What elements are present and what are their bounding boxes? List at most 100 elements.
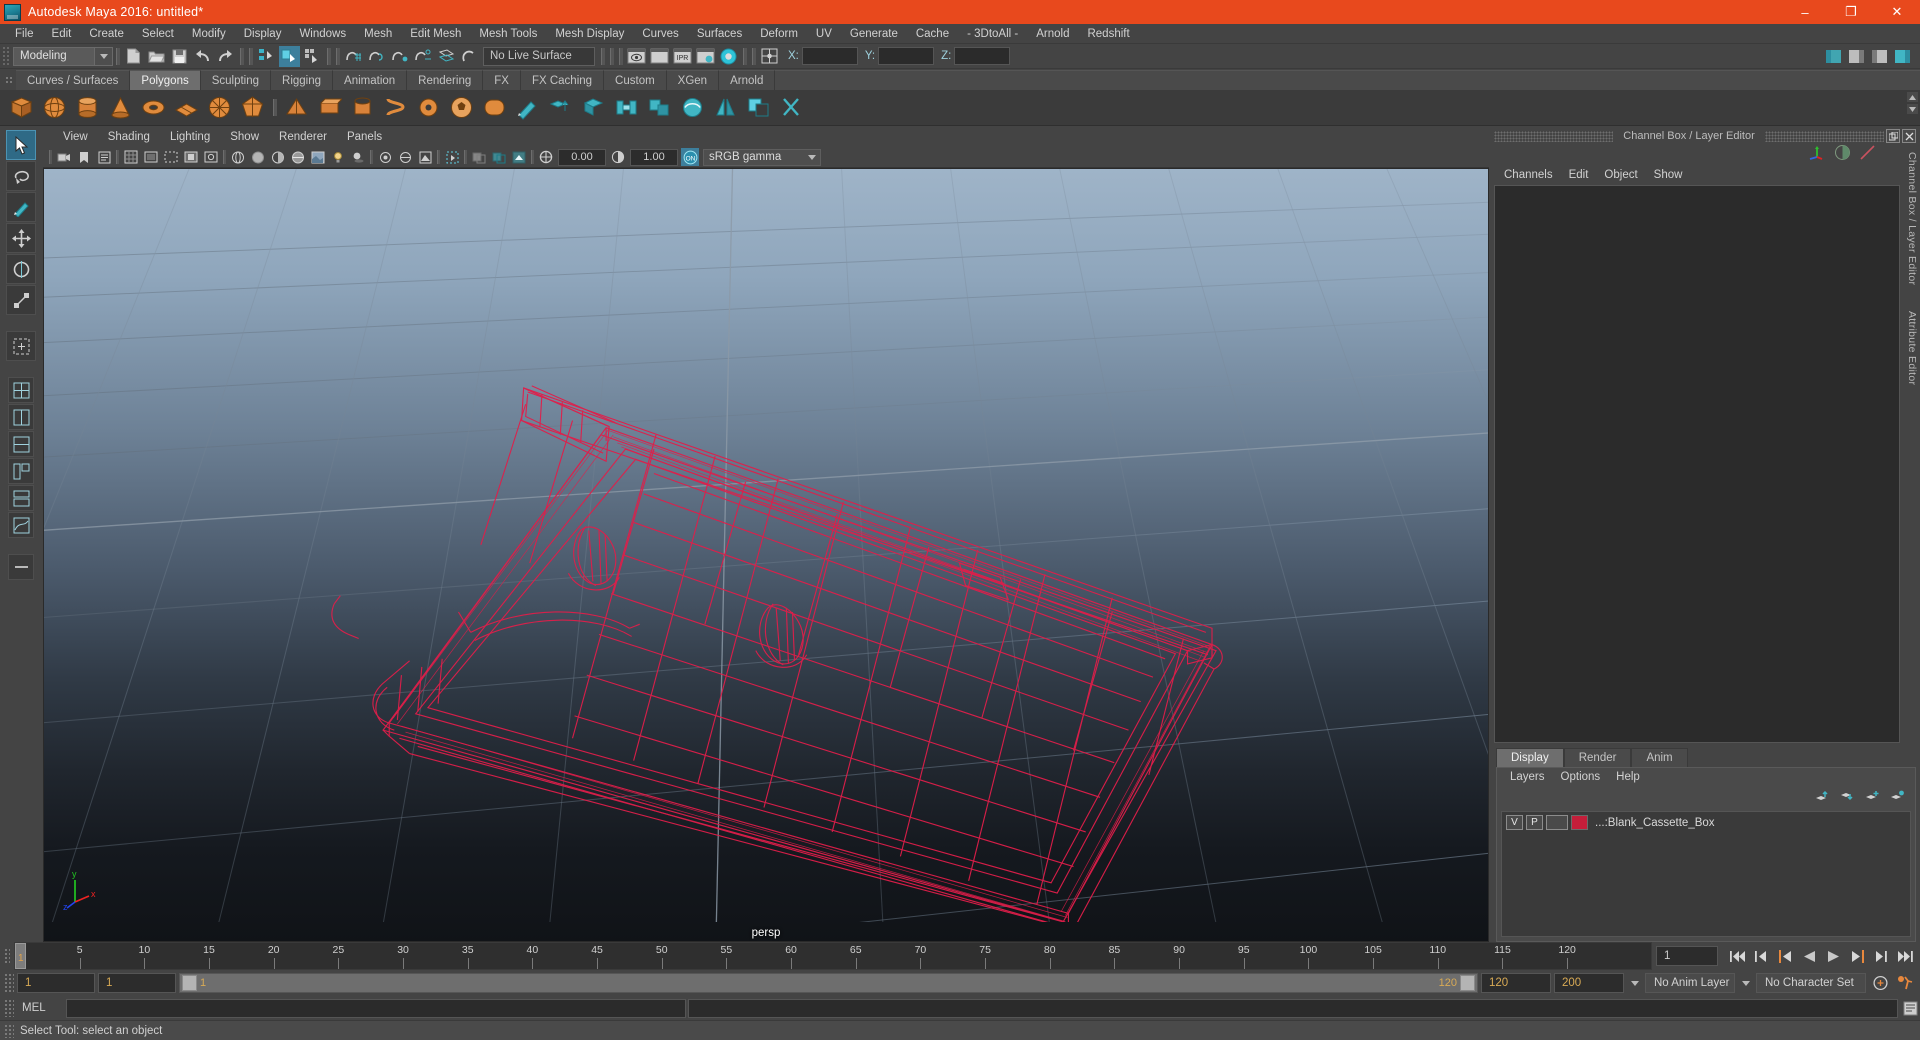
cassette-box-wireframe[interactable] bbox=[43, 168, 1489, 922]
combine-icon[interactable] bbox=[644, 92, 675, 123]
animation-preferences-icon[interactable] bbox=[1894, 973, 1916, 993]
polygon-cone-icon[interactable] bbox=[105, 92, 136, 123]
script-language-label[interactable]: MEL bbox=[16, 1002, 64, 1014]
coord-y-input[interactable] bbox=[878, 47, 935, 65]
polygon-super-ellipse-icon[interactable] bbox=[479, 92, 510, 123]
polygon-plane-icon[interactable] bbox=[171, 92, 202, 123]
menu-item-uv[interactable]: UV bbox=[807, 24, 841, 44]
exposure-icon[interactable] bbox=[537, 148, 555, 166]
redo-previous-render-icon[interactable] bbox=[649, 46, 670, 67]
menu-item-3dtoall[interactable]: - 3DtoAll - bbox=[958, 24, 1027, 44]
command-line-gripper[interactable] bbox=[4, 999, 14, 1017]
menu-item-mesh-tools[interactable]: Mesh Tools bbox=[470, 24, 546, 44]
boolean-difference-icon[interactable] bbox=[743, 92, 774, 123]
go-to-start-icon[interactable] bbox=[1726, 946, 1748, 966]
two-d-pan-zoom-icon[interactable] bbox=[202, 148, 220, 166]
time-slider-gripper[interactable] bbox=[0, 942, 14, 970]
layer-editor-tab-display[interactable]: Display bbox=[1496, 748, 1564, 767]
step-forward-frame-icon[interactable] bbox=[1846, 946, 1868, 966]
polygon-platonic-icon[interactable] bbox=[237, 92, 268, 123]
time-cursor[interactable]: 1 bbox=[15, 943, 26, 969]
gamma-icon[interactable] bbox=[609, 148, 627, 166]
polygon-sphere-icon[interactable] bbox=[39, 92, 70, 123]
lasso-tool-icon[interactable] bbox=[6, 161, 36, 191]
quick-layout-outliner-persp-icon[interactable] bbox=[8, 485, 34, 511]
mirror-geometry-icon[interactable] bbox=[710, 92, 741, 123]
animation-start-time-field[interactable]: 1 bbox=[17, 973, 95, 993]
wireframe-on-shaded-icon[interactable] bbox=[289, 148, 307, 166]
move-layer-down-icon[interactable] bbox=[1840, 789, 1855, 807]
new-layer-icon[interactable] bbox=[1865, 789, 1880, 807]
vertical-tab-channel-box[interactable]: Channel Box / Layer Editor bbox=[1906, 152, 1918, 285]
toggle-ipr-icon[interactable] bbox=[718, 46, 739, 67]
auto-keyframe-toggle-icon[interactable] bbox=[1869, 973, 1891, 993]
viewport-menu-renderer[interactable]: Renderer bbox=[269, 128, 337, 147]
viewport-menu-panels[interactable]: Panels bbox=[337, 128, 392, 147]
color-profile-selector[interactable]: sRGB gamma bbox=[703, 148, 821, 166]
quick-layout-hypergraph-icon[interactable] bbox=[8, 458, 34, 484]
layer-editor-menu-layers[interactable]: Layers bbox=[1502, 768, 1553, 787]
live-surface-field[interactable]: No Live Surface bbox=[483, 46, 595, 66]
go-to-end-icon[interactable] bbox=[1894, 946, 1916, 966]
menu-set-selector[interactable]: Modeling bbox=[13, 46, 113, 66]
channel-box-content[interactable] bbox=[1494, 185, 1900, 743]
show-hide-channel-box-icon[interactable] bbox=[1892, 46, 1913, 67]
range-slider-gripper[interactable] bbox=[4, 973, 14, 993]
color-management-toggle-icon[interactable]: ON bbox=[681, 148, 699, 166]
anim-layer-selector[interactable]: No Anim Layer bbox=[1645, 973, 1735, 993]
range-start-time-field[interactable]: 1 bbox=[98, 973, 176, 993]
play-forwards-icon[interactable] bbox=[1822, 946, 1844, 966]
attribute-editor-icon[interactable] bbox=[95, 148, 113, 166]
shadows-icon[interactable] bbox=[349, 148, 367, 166]
layer-editor-tab-render[interactable]: Render bbox=[1563, 748, 1632, 767]
maximize-button[interactable]: ❐ bbox=[1828, 0, 1874, 24]
show-hide-tool-settings-icon[interactable] bbox=[1869, 46, 1890, 67]
channel-box-menu-edit[interactable]: Edit bbox=[1561, 166, 1597, 185]
smooth-shade-selected-icon[interactable] bbox=[269, 148, 287, 166]
new-scene-icon[interactable] bbox=[123, 46, 144, 67]
menu-item-curves[interactable]: Curves bbox=[633, 24, 687, 44]
xray-joints-icon[interactable] bbox=[490, 148, 508, 166]
sculpt-tool-icon[interactable] bbox=[512, 92, 543, 123]
step-forward-keyframe-icon[interactable] bbox=[1870, 946, 1892, 966]
shelf-tab-custom[interactable]: Custom bbox=[604, 70, 667, 90]
film-gate-icon[interactable] bbox=[142, 148, 160, 166]
shelf-tab-arnold[interactable]: Arnold bbox=[719, 70, 776, 90]
manipulator-axis-icon[interactable] bbox=[1807, 144, 1826, 166]
xray-mode-icon[interactable] bbox=[470, 148, 488, 166]
layer-color-swatch[interactable] bbox=[1571, 815, 1588, 830]
minimize-button[interactable]: – bbox=[1782, 0, 1828, 24]
snap-to-point-icon[interactable] bbox=[389, 46, 410, 67]
menu-item-surfaces[interactable]: Surfaces bbox=[688, 24, 751, 44]
menu-item-select[interactable]: Select bbox=[133, 24, 183, 44]
shading-sphere-icon[interactable] bbox=[1834, 144, 1851, 166]
open-scene-icon[interactable] bbox=[146, 46, 167, 67]
shelf-scroll-down-icon[interactable] bbox=[1907, 104, 1918, 114]
menu-item-display[interactable]: Display bbox=[235, 24, 291, 44]
quick-layout-persp-outliner-icon[interactable] bbox=[8, 431, 34, 457]
bookmark-icon[interactable] bbox=[75, 148, 93, 166]
polygon-gear-icon[interactable] bbox=[413, 92, 444, 123]
polygon-pipe-icon[interactable] bbox=[347, 92, 378, 123]
gamma-value[interactable]: 1.00 bbox=[630, 148, 678, 166]
select-tool-icon[interactable] bbox=[6, 130, 36, 160]
step-back-keyframe-icon[interactable] bbox=[1750, 946, 1772, 966]
extrude-icon[interactable] bbox=[545, 92, 576, 123]
perspective-viewport[interactable]: y x z persp bbox=[43, 168, 1489, 942]
menu-item-generate[interactable]: Generate bbox=[841, 24, 907, 44]
shelf-gripper[interactable] bbox=[2, 69, 16, 90]
coord-x-input[interactable] bbox=[801, 47, 858, 65]
layer-visibility-toggle[interactable]: V bbox=[1506, 815, 1523, 830]
shelf-tab-animation[interactable]: Animation bbox=[333, 70, 408, 90]
toolbox-expand-icon[interactable] bbox=[8, 554, 34, 580]
shelf-tab-sculpting[interactable]: Sculpting bbox=[200, 70, 272, 90]
render-settings-icon[interactable] bbox=[695, 46, 716, 67]
menu-item-deform[interactable]: Deform bbox=[751, 24, 807, 44]
channel-box-menu-show[interactable]: Show bbox=[1646, 166, 1691, 185]
menu-item-edit-mesh[interactable]: Edit Mesh bbox=[401, 24, 470, 44]
last-tool-used-icon[interactable] bbox=[6, 331, 36, 361]
close-button[interactable]: ✕ bbox=[1874, 0, 1920, 24]
smooth-shade-all-icon[interactable] bbox=[249, 148, 267, 166]
use-all-lights-icon[interactable] bbox=[329, 148, 347, 166]
texture-display-icon[interactable] bbox=[309, 148, 327, 166]
